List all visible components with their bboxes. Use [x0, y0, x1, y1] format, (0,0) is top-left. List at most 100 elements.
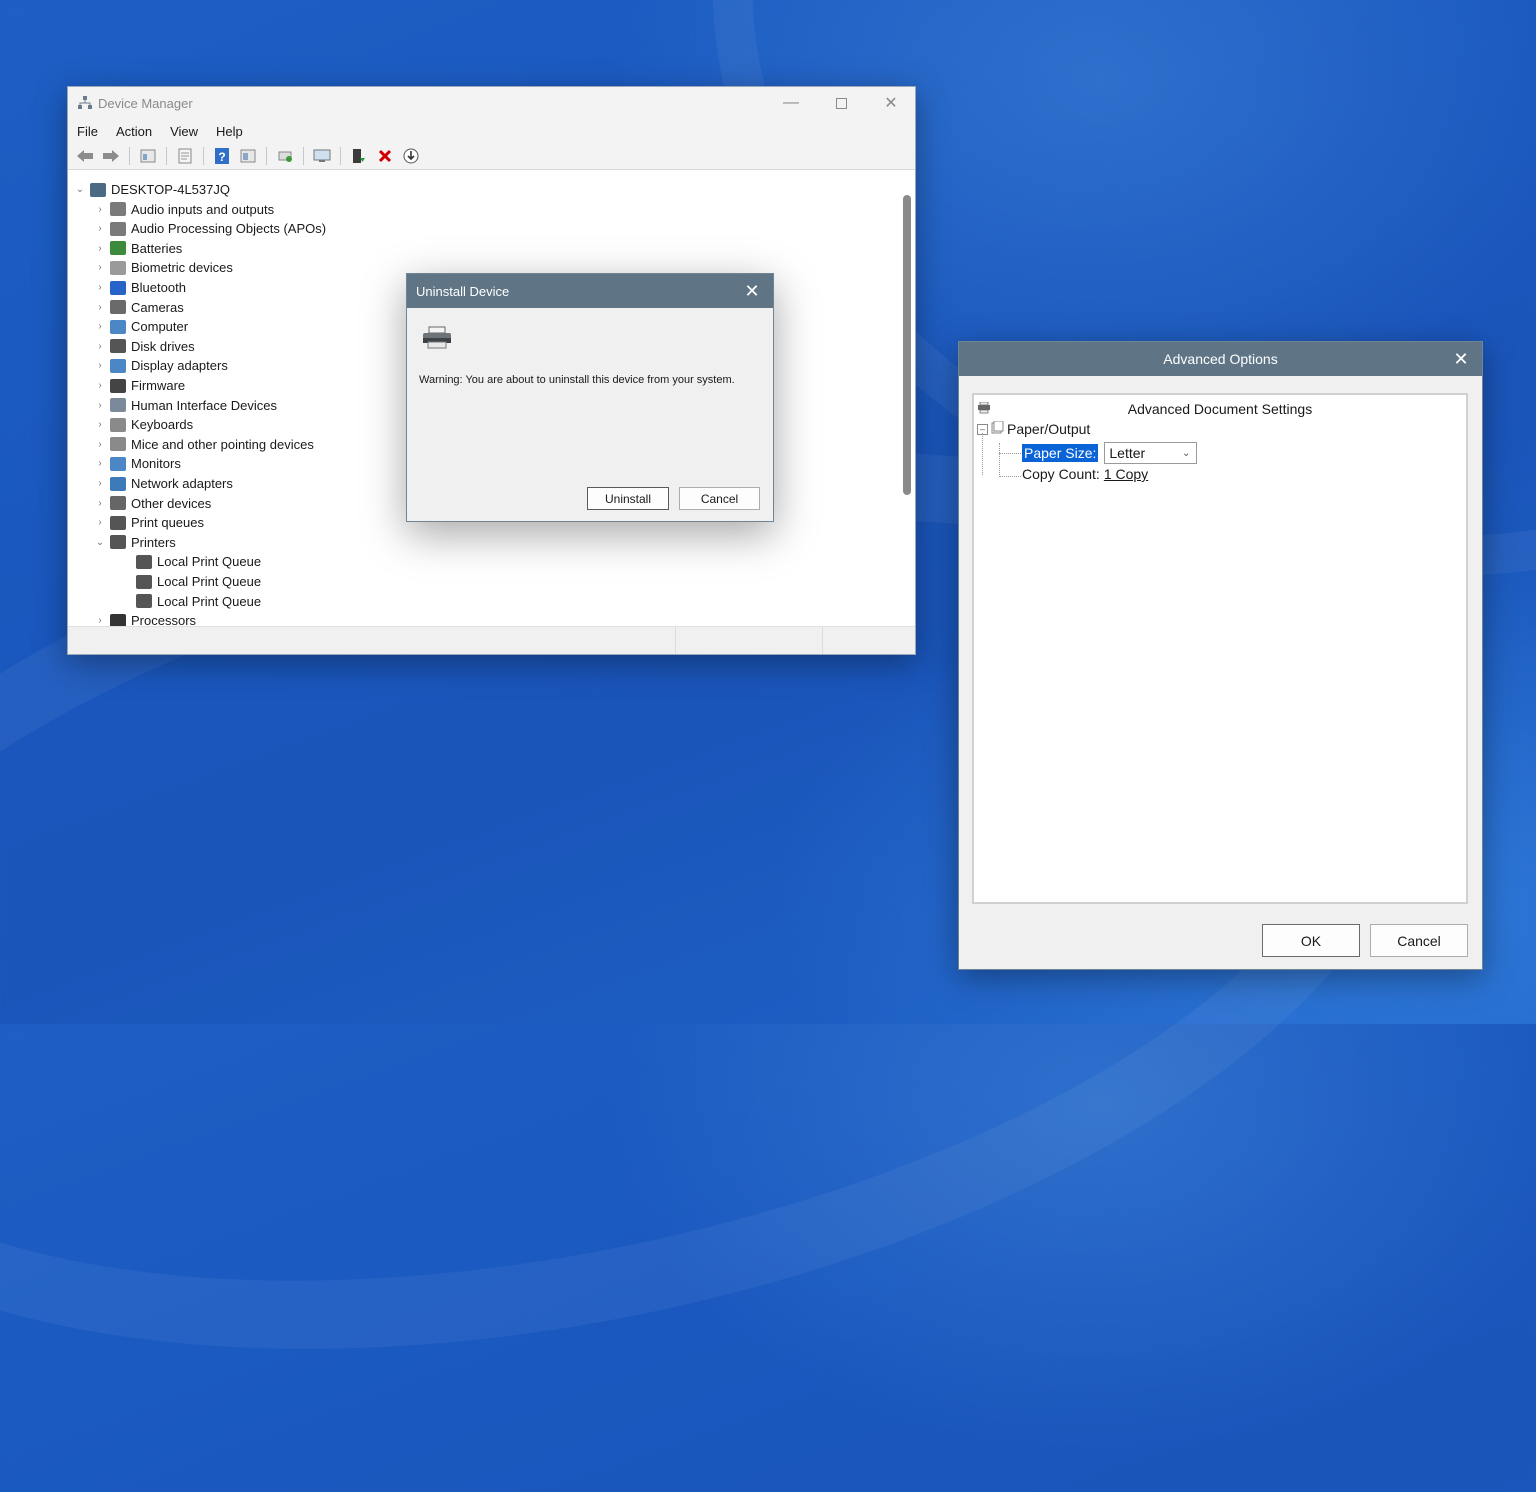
tree-item[interactable]: › Disk drives: [93, 337, 194, 356]
chevron-right-icon[interactable]: ›: [93, 419, 107, 430]
menu-help[interactable]: Help: [207, 124, 252, 139]
tree-item[interactable]: › Biometric devices: [93, 258, 233, 277]
tree-item-label: Audio Processing Objects (APOs): [131, 221, 327, 237]
device-category-icon: [136, 594, 152, 609]
tree-item-label: Local Print Queue: [157, 574, 262, 589]
chevron-down-icon: ⌄: [1181, 447, 1191, 459]
chevron-right-icon[interactable]: ›: [93, 380, 107, 391]
minimize-button[interactable]: —: [766, 87, 816, 119]
tree-item-label: Printers: [131, 534, 176, 550]
device-category-icon: [110, 417, 126, 432]
menu-action[interactable]: Action: [107, 124, 161, 139]
tree-item[interactable]: › Audio Processing Objects (APOs): [93, 219, 326, 238]
chevron-right-icon[interactable]: ›: [93, 400, 107, 411]
uninstall-button[interactable]: Uninstall: [587, 487, 669, 510]
tree-item-local-print-queue[interactable]: Local Print Queue: [133, 592, 261, 611]
tree-item[interactable]: › Firmware: [93, 376, 185, 395]
tree-item[interactable]: › Computer: [93, 317, 188, 336]
chevron-right-icon[interactable]: ›: [93, 360, 107, 371]
chevron-right-icon[interactable]: ›: [93, 615, 107, 626]
tree-item-label: Batteries: [131, 240, 183, 256]
view-grid-icon[interactable]: [237, 146, 259, 166]
tree-item[interactable]: › Batteries: [93, 239, 182, 258]
paper-size-label[interactable]: Paper Size:: [1022, 444, 1099, 462]
tree-item-label: Local Print Queue: [157, 554, 262, 570]
device-manager-icon: [78, 96, 92, 110]
chevron-right-icon[interactable]: ›: [93, 302, 107, 313]
chevron-right-icon[interactable]: ›: [93, 282, 107, 293]
tree-item-label: Local Print Queue: [157, 593, 262, 609]
device-category-icon: [136, 554, 152, 569]
tree-root[interactable]: ⌄ DESKTOP-4L537JQ: [73, 180, 230, 199]
close-icon[interactable]: ✕: [739, 278, 765, 304]
chevron-right-icon[interactable]: ›: [93, 439, 107, 450]
printer-icon: [421, 326, 453, 355]
copy-count-row: Copy Count: 1 Copy: [1022, 466, 1148, 482]
device-category-icon: [110, 437, 126, 452]
tree-item[interactable]: › Mice and other pointing devices: [93, 435, 314, 454]
device-category-icon: [110, 535, 126, 550]
device-category-icon: [110, 456, 126, 471]
chevron-right-icon[interactable]: ›: [93, 223, 107, 234]
ok-button[interactable]: OK: [1262, 924, 1360, 957]
chevron-right-icon[interactable]: ›: [93, 478, 107, 489]
chevron-right-icon[interactable]: ›: [93, 243, 107, 254]
tree-item[interactable]: › Display adapters: [93, 356, 228, 375]
tree-item-label: Network adapters: [131, 476, 233, 491]
uninstall-device-dialog: Uninstall Device ✕ Warning: You are abou…: [406, 273, 774, 522]
copy-count-label: Copy Count:: [1022, 466, 1100, 482]
cancel-button[interactable]: Cancel: [679, 487, 760, 510]
maximize-button[interactable]: [816, 87, 866, 119]
paper-output-group[interactable]: – Paper/Output: [977, 420, 1090, 437]
chevron-down-icon[interactable]: ⌄: [73, 184, 87, 195]
device-category-icon: [110, 280, 126, 295]
forward-arrow-icon[interactable]: [100, 146, 122, 166]
tree-item[interactable]: ⌄ Printers: [93, 533, 176, 552]
tree-item-local-print-queue[interactable]: Local Print Queue: [133, 552, 261, 571]
tree-item-label: Cameras: [131, 299, 184, 315]
chevron-right-icon[interactable]: ›: [93, 341, 107, 352]
svg-text:?: ?: [218, 150, 225, 164]
device-category-icon: [110, 339, 126, 354]
warning-text: Warning: You are about to uninstall this…: [419, 374, 735, 386]
copy-count-link[interactable]: 1 Copy: [1104, 466, 1148, 482]
cancel-button[interactable]: Cancel: [1370, 924, 1468, 957]
tree-item[interactable]: › Cameras: [93, 298, 184, 317]
device-category-icon: [110, 476, 126, 491]
tree-item[interactable]: › Monitors: [93, 454, 181, 473]
tree-item[interactable]: › Other devices: [93, 494, 211, 513]
back-arrow-icon[interactable]: [74, 146, 96, 166]
scan-hardware-icon[interactable]: [274, 146, 296, 166]
tree-item[interactable]: › Audio inputs and outputs: [93, 200, 274, 219]
chevron-right-icon[interactable]: ›: [93, 204, 107, 215]
tree-item[interactable]: › Human Interface Devices: [93, 396, 277, 415]
tree-item[interactable]: › Print queues: [93, 513, 204, 532]
tree-item-label: Keyboards: [131, 417, 194, 433]
chevron-right-icon[interactable]: ›: [93, 517, 107, 528]
download-icon[interactable]: [400, 146, 422, 166]
tree-item-local-print-queue[interactable]: Local Print Queue: [133, 572, 261, 591]
chevron-down-icon[interactable]: ⌄: [93, 537, 107, 548]
menu-view[interactable]: View: [161, 124, 207, 139]
update-driver-icon[interactable]: [348, 146, 370, 166]
tree-item-label: Display adapters: [131, 358, 228, 374]
monitor-icon[interactable]: [311, 146, 333, 166]
close-icon[interactable]: ✕: [1448, 346, 1474, 372]
tree-item[interactable]: › Network adapters: [93, 474, 233, 493]
paper-icon: [991, 420, 1004, 437]
tree-item[interactable]: › Keyboards: [93, 415, 193, 434]
close-button[interactable]: ✕: [866, 87, 916, 119]
chevron-right-icon[interactable]: ›: [93, 321, 107, 332]
tree-item[interactable]: › Bluetooth: [93, 278, 186, 297]
scrollbar[interactable]: [903, 195, 911, 495]
uninstall-x-icon[interactable]: [374, 146, 396, 166]
chevron-right-icon[interactable]: ›: [93, 458, 107, 469]
help-icon[interactable]: ?: [211, 146, 233, 166]
chevron-right-icon[interactable]: ›: [93, 498, 107, 509]
properties-view-icon[interactable]: [137, 146, 159, 166]
chevron-right-icon[interactable]: ›: [93, 262, 107, 273]
paper-size-select[interactable]: Letter ⌄: [1104, 442, 1198, 464]
document-icon[interactable]: [174, 146, 196, 166]
device-category-icon: [110, 358, 126, 373]
menu-file[interactable]: File: [68, 124, 107, 139]
